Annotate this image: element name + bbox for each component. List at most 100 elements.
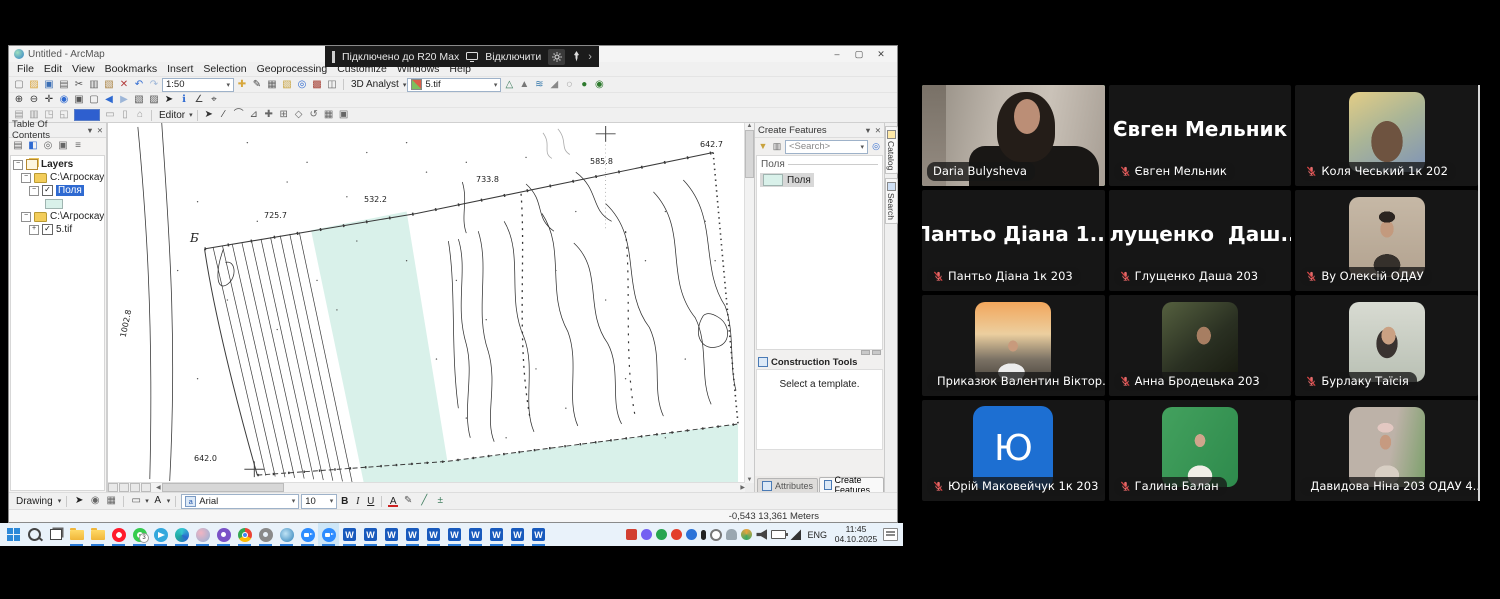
tab-attributes[interactable]: Attributes [757, 478, 818, 492]
bold-button[interactable]: B [339, 496, 350, 507]
arctoolbox-icon[interactable]: ▩ [310, 78, 324, 91]
clear-selection-icon[interactable]: ▨ [147, 94, 161, 107]
toc-layers-root[interactable]: − Layers [11, 158, 104, 171]
participant-hlushchenko[interactable]: Глущенко Даш...Глущенко Даша 203 [1109, 190, 1292, 291]
reshape-icon[interactable]: ◇ [292, 109, 306, 122]
profile-graph-icon[interactable]: ▲ [517, 78, 531, 91]
share-settings-button[interactable] [548, 49, 565, 65]
model-builder-icon[interactable]: ◫ [325, 78, 339, 91]
fill-tool-icon[interactable]: ▯ [118, 109, 132, 122]
tray-color-icon[interactable] [741, 529, 752, 540]
tray-blue-icon[interactable] [686, 529, 697, 540]
template-search-input[interactable]: <Search> ▾ [785, 140, 868, 154]
folder-icon[interactable] [66, 523, 87, 546]
horizontal-scrollbar[interactable]: ◀▶ [108, 482, 745, 492]
drawing-menu[interactable]: Drawing [13, 496, 56, 507]
folder-icon[interactable] [87, 523, 108, 546]
pin-icon[interactable]: ▼ [864, 126, 871, 135]
steepest-path-icon[interactable]: ◢ [547, 78, 561, 91]
menu-geoprocessing[interactable]: Geoprocessing [252, 63, 333, 75]
catalog-window-icon[interactable]: ▧ [280, 78, 294, 91]
participant-kolia[interactable]: Коля Чеський 1к 202 [1295, 85, 1478, 186]
collapse-icon[interactable]: − [13, 160, 23, 170]
template-list[interactable]: Поля Поля [756, 155, 883, 350]
copy-icon[interactable]: ▥ [87, 78, 101, 91]
zoom-icon[interactable] [297, 523, 318, 546]
edit-tool-icon[interactable]: ➤ [202, 109, 216, 122]
interpolate-poly-icon[interactable]: ≋ [532, 78, 546, 91]
search-icon[interactable]: ◎ [870, 140, 882, 153]
list-by-source-icon[interactable]: ◧ [26, 140, 40, 153]
interpolate-line-icon[interactable]: △ [502, 78, 516, 91]
font-color-button[interactable]: A [387, 496, 399, 507]
start-button[interactable] [3, 523, 24, 546]
table-options-icon[interactable]: ▦ [265, 78, 279, 91]
edge-icon[interactable] [171, 523, 192, 546]
forward-extent-icon[interactable]: ▶ [117, 94, 131, 107]
zoom-in-icon[interactable]: ⊕ [12, 94, 26, 107]
globe-view-icon[interactable]: ● [577, 78, 591, 91]
back-extent-icon[interactable]: ◀ [102, 94, 116, 107]
underline-button[interactable]: U [365, 496, 376, 507]
pause-draw-button[interactable] [141, 483, 151, 492]
data-view-button[interactable] [108, 483, 118, 492]
split-tool-icon[interactable]: ⊞ [277, 109, 291, 122]
drawing-select-icon[interactable]: ➤ [72, 495, 86, 508]
sketch-props-icon[interactable]: ▣ [337, 109, 351, 122]
collapse-icon[interactable]: − [21, 173, 31, 183]
word-icon[interactable]: W [465, 523, 486, 546]
tray-viber-icon[interactable] [641, 529, 652, 540]
cut-icon[interactable]: ✂ [72, 78, 86, 91]
sketch-tool-icon[interactable]: ∕ [217, 109, 231, 122]
template-polia[interactable]: Поля [760, 173, 814, 187]
list-by-visibility-icon[interactable]: ◎ [41, 140, 55, 153]
opera-icon[interactable] [108, 523, 129, 546]
settings-icon[interactable] [255, 523, 276, 546]
new-map-icon[interactable]: ▢ [12, 78, 26, 91]
collapse-icon[interactable]: − [21, 212, 31, 222]
tray-battery-icon[interactable] [771, 530, 786, 539]
minimize-button[interactable]: – [830, 49, 844, 60]
tray-speaker-icon[interactable] [756, 529, 767, 540]
home-tool-icon[interactable]: ⌂ [133, 109, 147, 122]
taskbar-clock[interactable]: 11:4504.10.2025 [833, 525, 879, 545]
template-props-icon[interactable]: ▥ [771, 140, 783, 153]
fixed-zoom-out-icon[interactable]: ▢ [87, 94, 101, 107]
trace-tool-icon[interactable]: ⊿ [247, 109, 261, 122]
font-size-combo[interactable]: 10▾ [301, 494, 337, 509]
tray-ring-icon[interactable] [710, 529, 722, 541]
go-to-xy-icon[interactable]: ⌖ [207, 94, 221, 107]
layer-checkbox[interactable]: ✓ [42, 224, 53, 235]
tray-cloud-icon[interactable] [726, 529, 737, 540]
word-icon[interactable]: W [423, 523, 444, 546]
participant-davydova[interactable]: Давидова Ніна 203 ОДАУ 4... [1295, 400, 1478, 501]
paste-icon[interactable]: ▧ [102, 78, 116, 91]
layout-view-button[interactable] [119, 483, 129, 492]
shape-tool-icon[interactable]: ▭ [129, 495, 143, 508]
menu-insert[interactable]: Insert [162, 63, 198, 75]
toc-layer-5tif[interactable]: + ✓ 5.tif [11, 223, 104, 236]
menu-file[interactable]: File [12, 63, 39, 75]
participant-halyna[interactable]: Галина Балан [1109, 400, 1292, 501]
toc-tree[interactable]: − Layers − C:\Агроскаутинг − ✓ Поля [10, 155, 105, 491]
pin-icon[interactable] [572, 51, 581, 62]
arcgis-icon[interactable] [276, 523, 297, 546]
word-icon[interactable]: W [381, 523, 402, 546]
drawing-grid-icon[interactable]: ▦ [104, 495, 118, 508]
attributes-icon[interactable]: ▦ [322, 109, 336, 122]
paint-icon[interactable] [192, 523, 213, 546]
full-extent-icon[interactable]: ◉ [57, 94, 71, 107]
word-icon[interactable]: W [360, 523, 381, 546]
map-scale-combo[interactable]: 1:50▾ [162, 78, 234, 92]
menu-edit[interactable]: Edit [39, 63, 67, 75]
chrome-icon[interactable] [234, 523, 255, 546]
pan-icon[interactable]: ✛ [42, 94, 56, 107]
analyst-layer-combo[interactable]: 5.tif▾ [407, 78, 501, 92]
participant-pantho[interactable]: Пантьо Діана 1...Пантьо Діана 1к 203 [922, 190, 1105, 291]
tray-green-icon[interactable] [656, 529, 667, 540]
tray-mic-icon[interactable] [701, 530, 706, 540]
tab-create-features[interactable]: Create Features [819, 477, 884, 492]
toc-layer-polia[interactable]: − ✓ Поля [11, 184, 104, 197]
menu-view[interactable]: View [67, 63, 100, 75]
close-icon[interactable]: ✕ [97, 126, 103, 135]
